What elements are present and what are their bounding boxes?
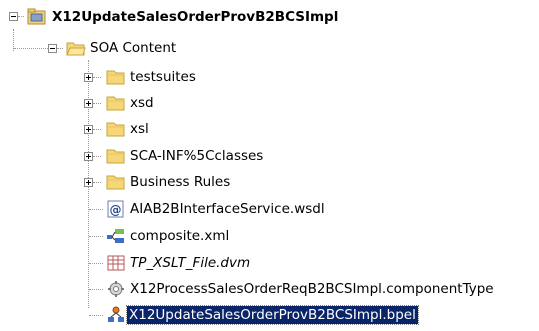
project-folder-icon — [27, 8, 47, 26]
expand-toggle[interactable] — [84, 99, 93, 108]
expand-toggle[interactable] — [84, 178, 93, 187]
tree-node-file[interactable]: X12ProcessSalesOrderReqB2BCSImpl.compone… — [0, 277, 539, 301]
dvm-file-icon — [106, 254, 126, 272]
tree-line — [89, 209, 103, 211]
component-type-icon — [106, 280, 126, 298]
tree-line — [93, 129, 101, 131]
folder-open-icon — [66, 39, 86, 57]
tree-item-label[interactable]: composite.xml — [128, 227, 231, 245]
tree-item-label[interactable]: TP_XSLT_File.dvm — [128, 254, 252, 272]
tree-node-file[interactable]: @ AIAB2BInterfaceService.wsdl — [0, 197, 539, 221]
expand-toggle[interactable] — [84, 152, 93, 161]
tree-line — [89, 289, 103, 291]
expand-toggle[interactable] — [84, 73, 93, 82]
expand-toggle[interactable] — [84, 125, 93, 134]
tree-line — [89, 263, 103, 265]
collapse-toggle[interactable] — [48, 44, 57, 53]
tree-line — [57, 48, 63, 50]
tree-item-label[interactable]: SCA-INF%5Cclasses — [128, 147, 265, 165]
tree-line — [93, 103, 101, 105]
tree-node-folder[interactable]: xsd — [0, 91, 539, 115]
project-tree[interactable]: X12UpdateSalesOrderProvB2BCSImpl SOA Con… — [0, 0, 539, 331]
collapse-toggle[interactable] — [9, 12, 18, 21]
tree-node-file[interactable]: TP_XSLT_File.dvm — [0, 251, 539, 275]
folder-icon — [106, 173, 126, 191]
tree-node-folder[interactable]: xsl — [0, 117, 539, 141]
composite-file-icon — [106, 227, 126, 245]
tree-line — [93, 77, 101, 79]
tree-line — [18, 16, 24, 18]
tree-item-label[interactable]: testsuites — [128, 68, 198, 86]
folder-icon — [106, 147, 126, 165]
tree-line — [89, 236, 103, 238]
tree-item-label[interactable]: X12UpdateSalesOrderProvB2BCSImpl.bpel — [126, 305, 419, 325]
soa-content-label[interactable]: SOA Content — [88, 39, 178, 57]
tree-node-soa-content[interactable]: SOA Content — [0, 36, 539, 60]
tree-item-label[interactable]: AIAB2BInterfaceService.wsdl — [128, 200, 327, 218]
tree-item-label[interactable]: Business Rules — [128, 173, 232, 191]
tree-node-folder[interactable]: testsuites — [0, 65, 539, 89]
tree-line — [89, 315, 103, 317]
root-label[interactable]: X12UpdateSalesOrderProvB2BCSImpl — [50, 8, 340, 26]
svg-text:@: @ — [110, 203, 122, 217]
tree-node-root[interactable]: X12UpdateSalesOrderProvB2BCSImpl — [0, 5, 539, 29]
folder-icon — [106, 94, 126, 112]
folder-icon — [106, 68, 126, 86]
tree-item-label[interactable]: xsl — [128, 120, 151, 138]
tree-item-label[interactable]: xsd — [128, 94, 156, 112]
tree-item-label[interactable]: X12ProcessSalesOrderReqB2BCSImpl.compone… — [128, 280, 496, 298]
tree-node-file-selected[interactable]: X12UpdateSalesOrderProvB2BCSImpl.bpel — [0, 303, 539, 327]
tree-line — [93, 156, 101, 158]
wsdl-file-icon: @ — [106, 200, 126, 218]
folder-icon — [106, 120, 126, 138]
tree-line — [14, 48, 48, 50]
tree-node-folder[interactable]: Business Rules — [0, 170, 539, 194]
tree-node-folder[interactable]: SCA-INF%5Cclasses — [0, 144, 539, 168]
bpel-file-icon — [106, 306, 126, 324]
tree-line — [93, 182, 101, 184]
tree-node-file[interactable]: composite.xml — [0, 224, 539, 248]
